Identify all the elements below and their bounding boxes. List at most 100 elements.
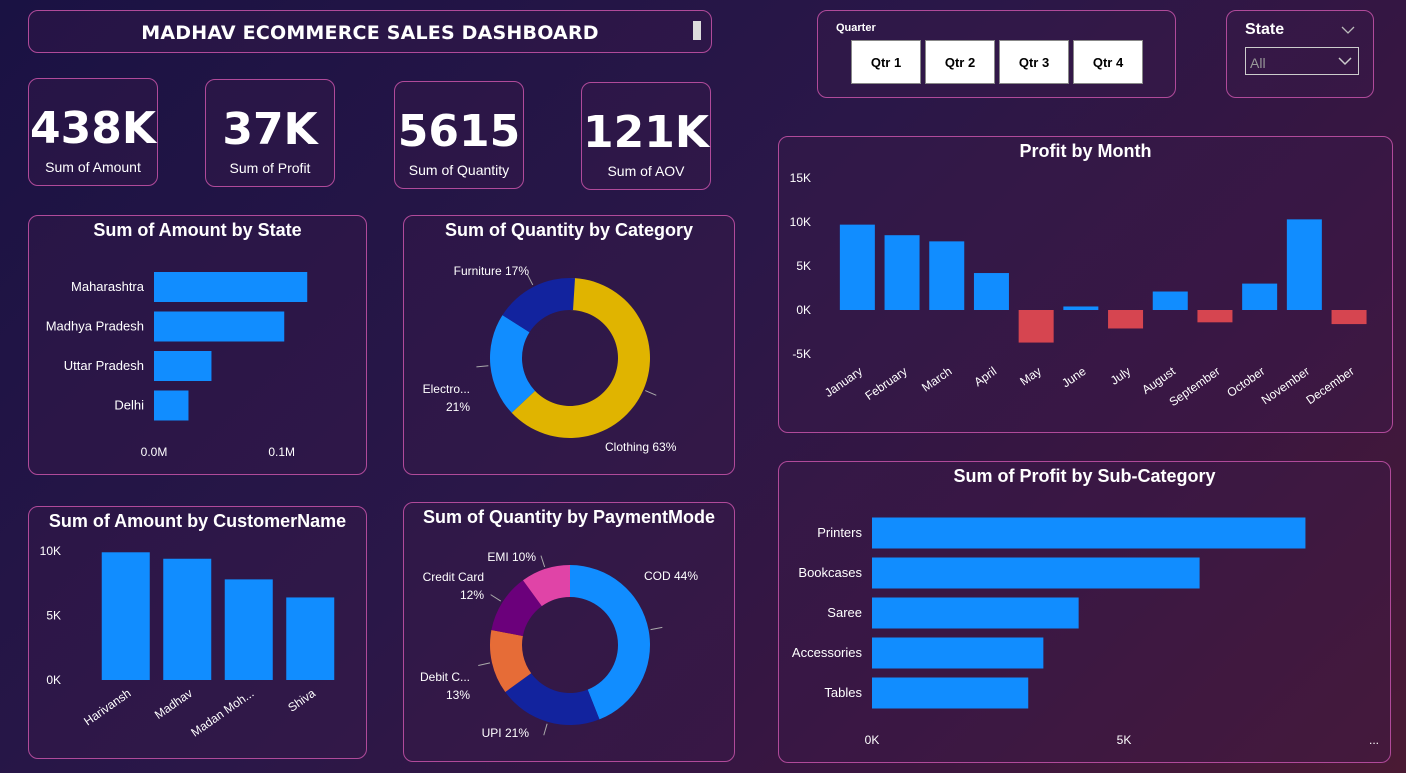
chart-canvas: Clothing 63% Electro... 21% Furniture 17% [423,264,677,454]
quarter-button-1[interactable]: Qtr 1 [851,40,921,84]
x-tick-label: Shiva [285,686,318,715]
leader-line [650,626,663,631]
bar [1242,283,1278,310]
chevron-down-icon[interactable] [1341,25,1355,35]
bar [1286,219,1322,310]
kpi-label: Sum of Profit [229,160,311,176]
x-tick-label: March [919,364,954,395]
category-label: Maharashtra [71,279,145,294]
kpi-label: Sum of AOV [607,163,685,179]
kpi-card-profit: 37K Sum of Profit [205,79,335,187]
chart-quantity-by-paymentmode: Sum of Quantity by PaymentMode COD 44% UP… [403,502,735,762]
bar [872,677,1029,709]
chart-canvas: 10K 5K 0K Harivansh MadhavMadan Moh... Shiva [40,544,335,740]
chart-profit-by-subcategory: Sum of Profit by Sub-Category Printers Bo… [778,461,1391,763]
bar [929,241,965,310]
tick-label: 5K [1117,733,1132,747]
state-dropdown-value: All [1250,55,1266,71]
x-tick-label: February [862,364,909,403]
quarter-button-4[interactable]: Qtr 4 [1073,40,1143,84]
quarter-button-3[interactable]: Qtr 3 [999,40,1069,84]
slice-label: Electro... [423,382,470,396]
bar [973,273,1009,310]
chart-amount-by-state: Sum of Amount by State Maharashtra Madhya… [28,215,367,475]
x-tick-label: January [822,364,865,400]
more-indicator: ... [1369,733,1379,747]
leader-line [490,594,502,602]
bar [1063,306,1099,310]
bar [1197,310,1233,323]
bar [1152,291,1188,310]
bar [286,597,335,680]
quarter-button-2[interactable]: Qtr 2 [925,40,995,84]
slice-label: Clothing 63% [605,440,677,454]
bar [163,558,212,680]
leader-line [540,555,546,568]
y-tick-label: 15K [790,171,811,185]
category-label: Printers [817,525,862,540]
category-label: Accessories [792,645,863,660]
leader-line [543,723,548,736]
scroll-handle[interactable] [693,21,701,40]
kpi-card-amount: 438K Sum of Amount [28,78,158,186]
category-label: Uttar Pradesh [64,358,144,373]
bar [872,517,1306,549]
x-tick-label: November [1259,364,1312,407]
slice-label: EMI 10% [487,550,536,564]
slice-label: Furniture 17% [454,264,530,278]
y-tick-label: 5K [46,609,61,623]
kpi-value: 5615 [397,106,521,157]
chart-quantity-by-category: Sum of Quantity by Category Clothing 63%… [403,215,735,475]
bar [154,351,212,381]
quarter-slicer: Quarter Qtr 1 Qtr 2 Qtr 3 Qtr 4 [817,10,1176,98]
bar [884,235,920,310]
category-label: Tables [824,685,862,700]
slice-label: 13% [446,688,470,702]
state-slicer-label: State [1245,21,1285,38]
x-tick-label: June [1059,364,1089,391]
tick-label: 0.0M [141,445,168,459]
x-tick-label: Madan Moh... [188,686,256,740]
category-label: Madhya Pradesh [46,319,144,334]
chart-canvas: COD 44% UPI 21% Debit C... 13% Credit Card 12… [420,550,698,740]
chart-canvas: Printers Bookcases Saree Accessories Tables 0… [792,517,1379,747]
y-tick-label: 0K [46,673,61,687]
kpi-label: Sum of Amount [45,159,141,175]
y-tick-label: 0K [796,303,811,317]
category-label: Bookcases [798,565,862,580]
leader-line [645,390,657,396]
x-tick-label: July [1108,364,1134,388]
quarter-slicer-label: Quarter [836,22,876,34]
x-tick-label: Madhav [152,686,195,722]
kpi-value: 438K [30,103,156,154]
bar [154,311,285,342]
x-tick-label: December [1303,364,1356,407]
tick-label: 0K [865,733,880,747]
category-label: Saree [827,605,862,620]
bar [1108,310,1144,329]
kpi-card-quantity: 5615 Sum of Quantity [394,81,524,189]
category-label: Delhi [114,398,144,413]
chart-canvas: Maharashtra Madhya Pradesh Uttar Pradesh De… [46,272,308,459]
y-tick-label: 5K [796,259,811,273]
chevron-down-icon [1338,57,1352,66]
slice-label: 12% [460,588,484,602]
bar [1331,310,1367,325]
bar [154,272,308,302]
state-dropdown[interactable]: All [1245,47,1359,75]
slice-label: UPI 21% [482,726,530,740]
kpi-value: 37K [222,104,318,155]
bar [872,637,1044,669]
bar [839,224,875,310]
chart-amount-by-customer: Sum of Amount by CustomerName 10K 5K 0K Har… [28,506,367,759]
title-banner: MADHAV ECOMMERCE SALES DASHBOARD [28,10,712,53]
state-slicer: State All [1226,10,1374,98]
slice-label: COD 44% [644,569,698,583]
slice-label: 21% [446,400,470,414]
bar [872,597,1079,629]
x-tick-label: August [1139,364,1178,397]
bar [1018,310,1054,343]
bar [872,557,1200,589]
tick-label: 0.1M [268,445,295,459]
kpi-card-aov: 121K Sum of AOV [581,82,711,190]
